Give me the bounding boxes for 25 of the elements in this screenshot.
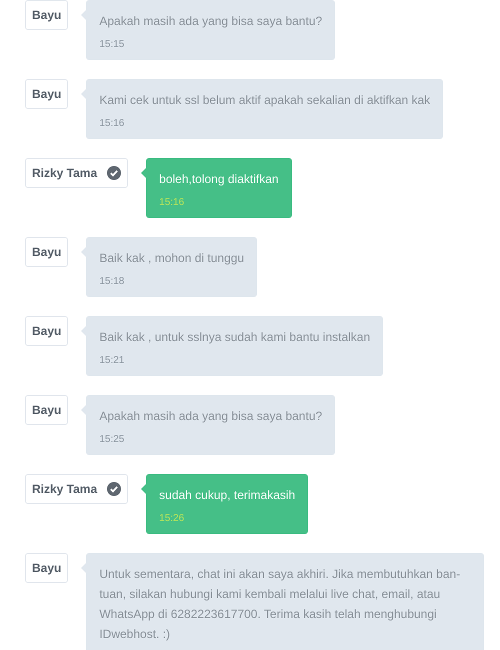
sender-name: Bayu [32,87,62,101]
sender-name: Rizky Tama [32,482,98,496]
verified-check-icon [107,166,122,180]
message-text: Apakah masih ada yang bisa saya bantu? [99,408,322,425]
sender-name: Bayu [32,561,62,575]
message-time: 15:25 [99,434,126,445]
message-text: Apakah masih ada yang bisa saya bantu? [99,13,322,30]
message-time: 15:15 [99,39,126,50]
message-time: 15:26 [159,513,186,524]
sender-name: Bayu [32,8,62,22]
sender-name: Bayu [32,245,62,259]
sender-name: Bayu [32,324,62,338]
message-time: 15:16 [99,118,126,129]
message-text: Untuk sementara, chat ini akan saya akhiri. Jika membutuhkan ban-tuan, silakan hubungi kami kembali melalui live chat, email, atau WhatsApp di 6282223617700. Terima kasih telah menghubungi IDwebhost. :) [99,566,462,643]
message-time: 15:18 [99,276,126,287]
sender-name: Bayu [32,403,62,417]
message-text: Baik kak , mohon di tunggu [99,250,244,267]
message-time: 15:16 [159,197,186,208]
message-text: sudah cukup, terimakasih [159,487,296,504]
message-text: boleh,tolong diaktifkan [159,171,279,188]
message-text: Baik kak , untuk sslnya sudah kami bantu instalkan [99,329,370,346]
message-text: Kami cek untuk ssl belum aktif apakah sekalian di aktifkan kak [99,92,430,109]
verified-check-icon [107,482,122,496]
message-time: 15:21 [99,355,126,366]
sender-name: Rizky Tama [32,166,98,180]
